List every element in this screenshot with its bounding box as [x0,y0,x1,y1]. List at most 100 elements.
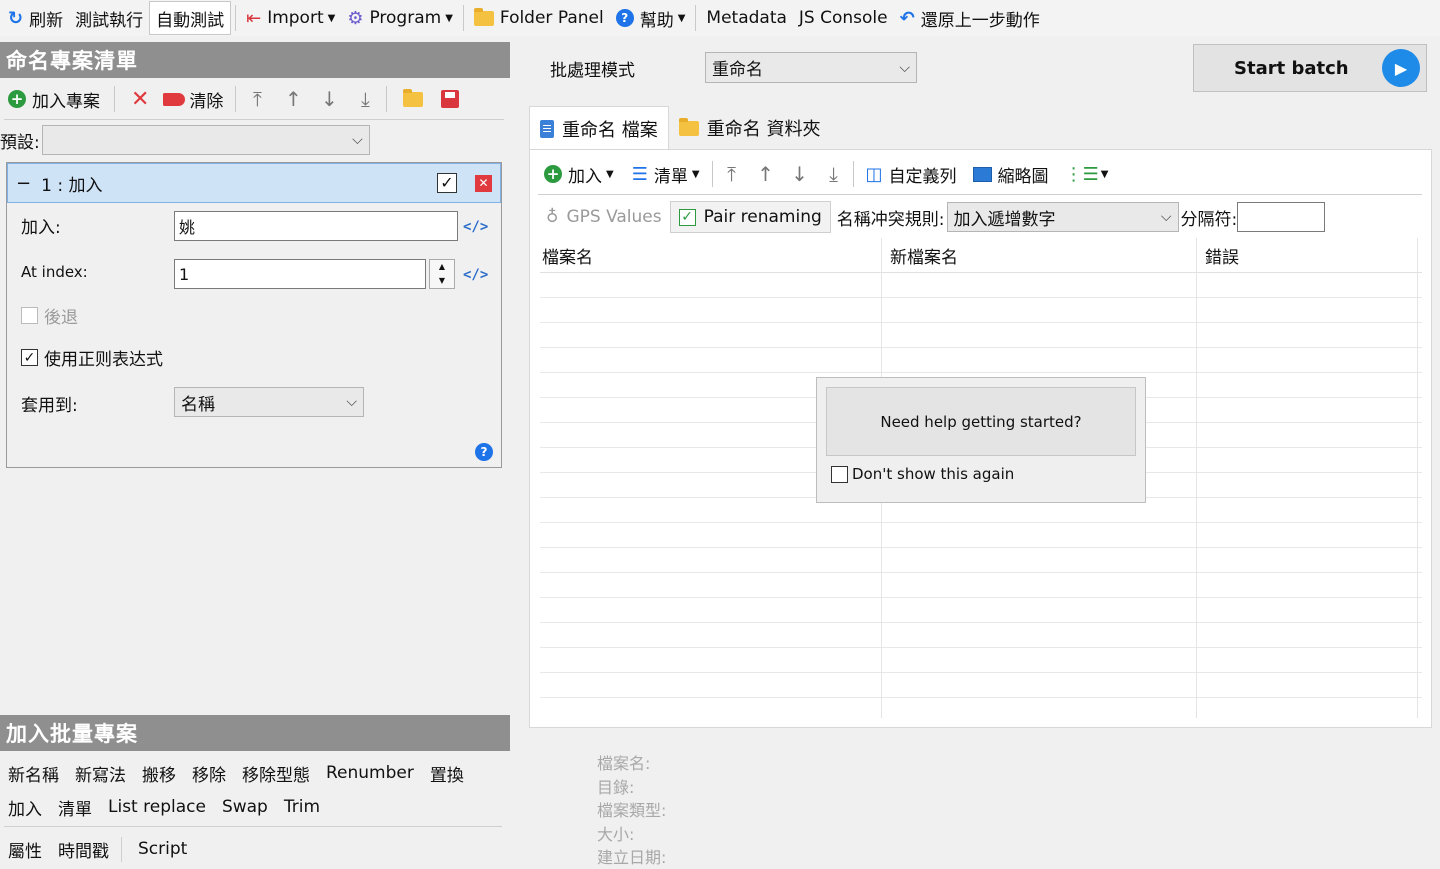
rule-enabled-checkbox[interactable]: ✓ [437,173,457,193]
dont-show-row[interactable]: Don't show this again [831,465,1014,483]
rule-link-renumber[interactable]: Renumber [326,763,414,783]
dont-show-label: Don't show this again [852,465,1015,483]
help-button[interactable]: ? 幫助 ▼ [610,1,692,35]
column-header-error[interactable]: 錯誤 [1205,243,1239,268]
preset-row: 預設: ⌵ [0,124,370,156]
rule-link-new-name[interactable]: 新名稱 [8,761,59,786]
list-icon: ☰ [631,163,648,185]
help-label: 幫助 [639,10,674,31]
js-console-button[interactable]: JS Console [793,1,894,35]
rule-link-script[interactable]: Script [138,839,187,859]
toolbar-separator [235,86,237,112]
regex-checkbox[interactable]: ✓ [21,349,38,366]
chevron-down-icon: ⌵ [1160,209,1172,225]
stepper-down-icon[interactable]: ▼ [430,274,454,288]
column-header-new-filename[interactable]: 新檔案名 [890,243,958,268]
move-down-icon[interactable]: ↓ [789,162,811,186]
batch-mode-select[interactable]: 重命名 ⌵ [705,52,917,83]
chevron-down-icon: ▼ [691,168,700,180]
pair-renaming-button[interactable]: ✓ Pair renaming [669,201,831,233]
add-project-button[interactable]: + 加入專案 [4,87,104,112]
import-label: Import [267,8,324,28]
custom-columns-button[interactable]: ◫ 自定義列 [862,162,961,187]
folder-panel-button[interactable]: Folder Panel [468,1,610,35]
close-icon[interactable]: ✕ [475,174,492,192]
tab-rename-folders-label: 重命名 資料夾 [706,119,821,140]
add-text-label: 加入: [21,218,61,238]
plus-icon: + [544,165,562,183]
rule-link-add[interactable]: 加入 [8,795,42,820]
help-icon[interactable]: ? [475,443,493,461]
at-index-label: At index: [21,263,88,281]
list-clear-label: 清單 [653,166,688,187]
dont-show-checkbox[interactable] [831,465,848,483]
chevron-down-icon: ▼ [677,12,686,24]
toolbar-separator [852,161,854,187]
delete-icon[interactable]: ✕ [125,87,155,112]
thumbnails-button[interactable]: 縮略圖 [969,162,1053,187]
toolbar-separator [695,5,697,31]
rule-link-trim[interactable]: Trim [284,797,320,817]
rule-link-timestamp[interactable]: 時間戳 [58,836,122,862]
move-bottom-icon[interactable]: ⤓ [823,162,845,186]
stepper-up-icon[interactable]: ▲ [430,260,454,274]
move-bottom-icon[interactable]: ⤓ [354,87,376,111]
move-up-icon[interactable]: ↑ [282,87,304,111]
collapse-icon[interactable]: − [16,173,31,194]
rule-header[interactable]: − 1 : 加入 ✓ ✕ [7,163,501,203]
refresh-button[interactable]: ↻ 刷新 [2,1,69,35]
rule-link-replace[interactable]: 置換 [430,761,464,786]
add-text-input[interactable]: 姚 [174,211,458,241]
clear-button[interactable]: 清除 [161,87,225,112]
metadata-button[interactable]: Metadata [700,1,793,35]
tab-rename-folders[interactable]: 重命名 資料夾 [669,106,831,150]
rule-link-list-replace[interactable]: List replace [108,797,206,817]
rename-rules-header: 命名專案清單 [0,42,510,78]
folder-icon [678,117,699,136]
code-icon[interactable]: </> [463,267,488,283]
backward-row[interactable]: 後退 [21,303,78,328]
preset-select[interactable]: ⌵ [41,125,370,155]
at-index-stepper[interactable]: ▲ ▼ [429,259,455,289]
conflict-rule-select[interactable]: 加入遞增數字 ⌵ [946,202,1179,232]
column-header-filename[interactable]: 檔案名 [542,243,593,268]
apply-to-select[interactable]: 名稱 ⌵ [174,387,364,417]
at-index-input[interactable]: 1 [174,259,426,289]
test-run-button[interactable]: 測試執行 [69,1,149,35]
import-button[interactable]: ⇤ Import ▼ [240,1,341,35]
move-down-icon[interactable]: ↓ [318,87,340,111]
rule-link-remove-pattern[interactable]: 移除型態 [242,761,310,786]
rule-link-remove[interactable]: 移除 [192,761,226,786]
gps-values-button[interactable]: ♁ GPS Values [538,201,670,233]
view-options-button[interactable]: ⋮☰ ▼ [1061,164,1113,185]
list-clear-button[interactable]: ☰ 清單 ▼ [628,162,704,187]
move-top-icon[interactable]: ⤒ [246,87,268,111]
code-icon[interactable]: </> [463,219,488,235]
save-icon[interactable] [441,90,460,108]
program-button[interactable]: ⚙ Program ▼ [341,1,459,35]
clear-label: 清除 [189,91,224,112]
rule-link-swap[interactable]: Swap [222,797,268,817]
help-start-button[interactable]: Need help getting started? [826,387,1136,456]
undo-button[interactable]: ↶ 還原上一步動作 [894,1,1046,35]
rule-link-move[interactable]: 搬移 [142,761,176,786]
list-add-button[interactable]: + 加入 ▼ [540,162,618,187]
auto-test-button[interactable]: 自動測試 [149,1,232,35]
backward-checkbox[interactable] [21,307,38,324]
rule-link-attributes[interactable]: 屬性 [8,837,42,862]
open-folder-icon[interactable] [403,88,424,107]
undo-icon: ↶ [899,7,915,29]
tab-rename-files[interactable]: 重命名 檔案 [529,106,669,150]
rule-link-list[interactable]: 清單 [58,795,92,820]
batch-divider [4,826,502,827]
move-top-icon[interactable]: ⤒ [721,162,743,186]
move-up-icon[interactable]: ↑ [755,162,777,186]
undo-label: 還原上一步動作 [920,10,1040,31]
start-batch-button[interactable]: Start batch ▶ [1193,44,1427,92]
add-text-row: 加入: [21,213,61,238]
separator-input[interactable] [1237,202,1326,232]
rule-link-new-case[interactable]: 新寫法 [75,761,126,786]
add-project-label: 加入專案 [32,91,100,112]
batch-row-3: 屬性 時間戳 Script [8,836,203,862]
regex-row[interactable]: ✓ 使用正则表达式 [21,345,163,370]
